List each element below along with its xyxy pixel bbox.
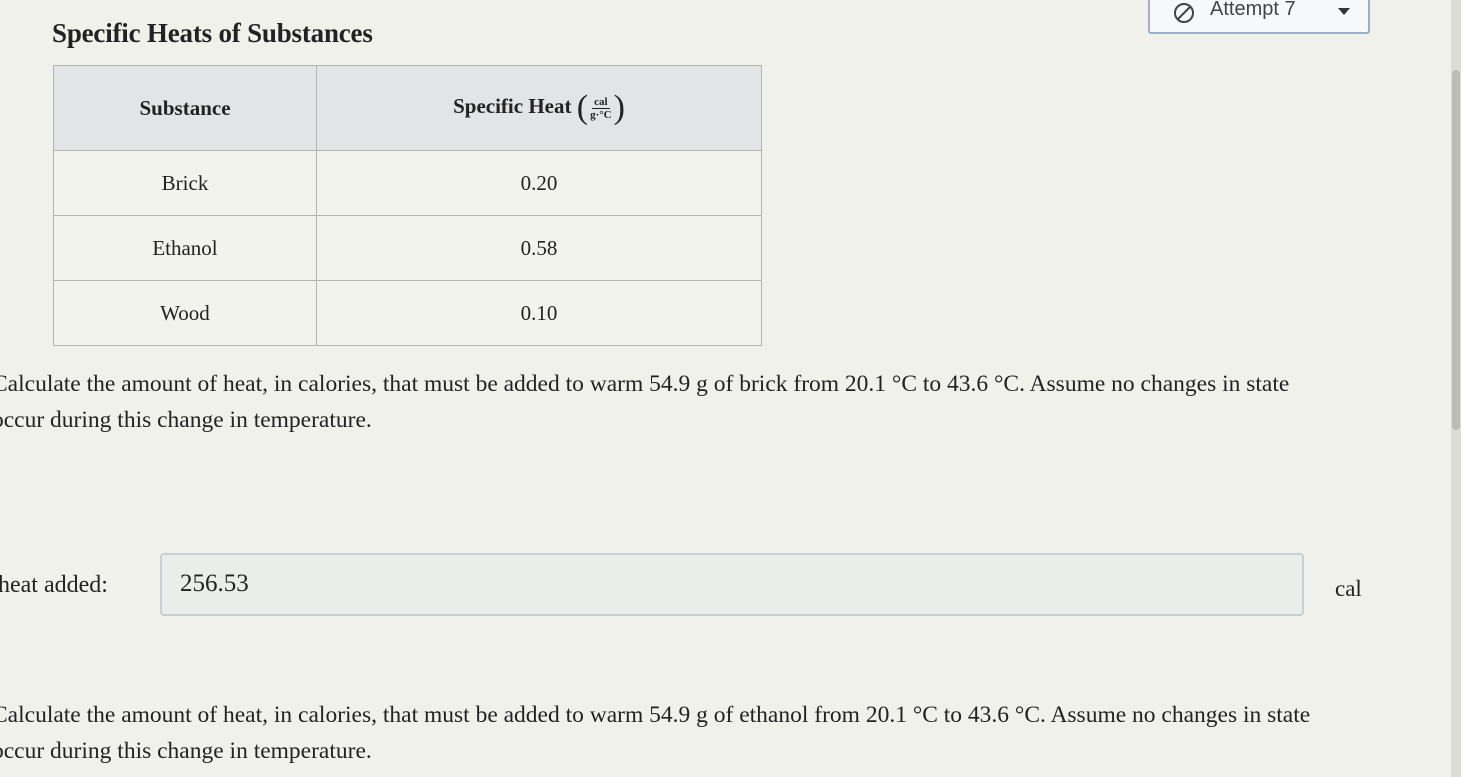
paren-open: (: [576, 89, 589, 126]
specific-heat-cell: 0.58: [316, 215, 762, 281]
specific-heat-cell: 0.10: [316, 280, 762, 346]
heat-added-input[interactable]: 256.53: [160, 553, 1304, 616]
chevron-down-icon: [1338, 8, 1350, 15]
unit-denominator: g·°C: [590, 108, 612, 121]
column-header-specific-heat: Specific Heat (cal g·°C): [316, 65, 762, 151]
paren-close: ): [613, 89, 625, 126]
question-brick: Calculate the amount of heat, in calorie…: [0, 371, 1290, 433]
substance-cell: Brick: [53, 150, 317, 216]
substance-cell: Ethanol: [53, 215, 317, 281]
table-row: Brick 0.20: [53, 150, 762, 216]
answer-unit: cal: [1335, 576, 1362, 601]
column-header-substance: Substance: [53, 65, 317, 151]
substance-cell: Wood: [53, 280, 317, 346]
specific-heats-table: Substance Specific Heat (cal g·°C) Brick …: [53, 65, 762, 346]
unit-numerator: cal: [592, 95, 610, 109]
scrollbar-thumb[interactable]: [1452, 70, 1460, 430]
table-row: Wood 0.10: [53, 280, 762, 346]
table-header-row: Substance Specific Heat (cal g·°C): [53, 65, 762, 151]
page-title: Specific Heats of Substances: [52, 18, 373, 48]
page: Specific Heats of Substances Attempt 7 S…: [0, 0, 1455, 777]
scrollbar[interactable]: [1451, 0, 1461, 777]
specific-heat-label: Specific Heat: [453, 93, 572, 118]
table-row: Ethanol 0.58: [53, 215, 762, 281]
question-ethanol: Calculate the amount of heat, in calorie…: [0, 702, 1311, 764]
attempt-dropdown[interactable]: Attempt 7: [1148, 0, 1370, 34]
specific-heat-cell: 0.20: [316, 150, 762, 216]
unit-fraction: cal g·°C: [590, 96, 612, 121]
answer-label: heat added:: [0, 572, 108, 598]
attempt-label: Attempt 7: [1210, 0, 1296, 20]
ban-icon: [1174, 3, 1194, 23]
